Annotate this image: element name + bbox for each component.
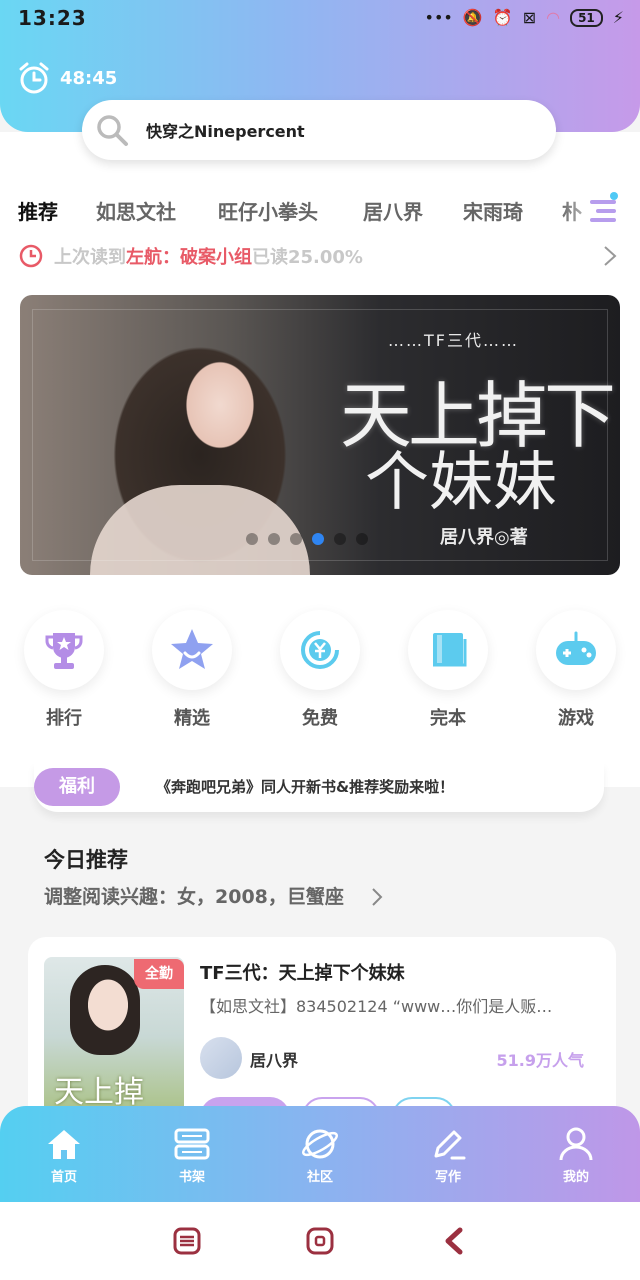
history-clock-icon [19,244,43,268]
full-attendance-badge: 全勤 [134,959,184,989]
banner-series: ……TF三代…… [388,331,519,350]
carousel-dot[interactable] [290,533,302,545]
mute-bell-icon: 🔕 [462,8,483,27]
category-label: 游戏 [558,708,594,729]
nav-community[interactable]: 社区 [280,1124,360,1185]
recent-apps-icon[interactable] [172,1226,202,1256]
nav-home[interactable]: 首页 [24,1124,104,1185]
system-navigation-bar [0,1202,640,1280]
search-bar[interactable]: 快穿之Ninepercent [82,100,556,160]
nav-label: 首页 [50,1170,77,1185]
timer-value: 48:45 [60,67,118,89]
category-completed[interactable]: 完本 [403,610,493,730]
book-title: TF三代：天上掉下个妹妹 [200,963,405,984]
home-button-icon[interactable] [305,1226,335,1256]
book-description: 【如思文社】834502124 “www…你们是人贩… [200,997,553,1016]
search-icon [97,115,128,146]
book-icon [433,633,467,667]
alarm-icon: ⏰ [492,8,513,27]
pen-icon [434,1130,466,1160]
cover-portrait [70,965,140,1055]
nav-profile[interactable]: 我的 [536,1124,616,1185]
trophy-icon [45,633,83,669]
sim-off-icon: ⊠ [522,8,537,27]
author-name[interactable]: 居八界 [250,1047,298,1071]
bottom-navigation: 首页 书架 社区 写作 我的 [0,1106,640,1202]
last-read-book: 左航：破案小组 [126,247,252,268]
category-label: 精选 [174,708,210,729]
reading-preference-link[interactable]: 调整阅读兴趣：女，2008，巨蟹座 [44,882,344,909]
user-icon [559,1127,593,1161]
nav-label: 我的 [562,1170,589,1185]
category-tabs: 推荐 如思文社 旺仔小拳头 居八界 宋雨琦 朴 [0,188,640,232]
today-section: 今日推荐 调整阅读兴趣：女，2008，巨蟹座 [44,844,383,908]
nav-write[interactable]: 写作 [408,1124,488,1185]
nav-label: 书架 [178,1170,205,1185]
more-dots-icon: ••• [424,8,453,27]
battery-icon: 51 [570,8,603,27]
nav-label: 社区 [306,1170,333,1185]
back-icon[interactable] [440,1226,470,1256]
carousel-dot[interactable] [246,533,258,545]
carousel-dot-active[interactable] [312,533,324,545]
search-query: 快穿之Ninepercent [146,122,305,141]
category-free[interactable]: 免费 [275,610,365,730]
category-label: 完本 [430,708,466,729]
announcement-bar[interactable]: 福利 《奔跑吧兄弟》同人开新书&推荐奖励来啦！ [34,762,604,812]
gamepad-icon [556,631,596,665]
popularity-count: 51.9万人气 [496,1051,584,1070]
yuan-refresh-icon [301,631,339,669]
tab-recommend[interactable]: 推荐 [18,196,58,225]
announcement-text: 《奔跑吧兄弟》同人开新书&推荐奖励来啦！ [156,778,455,796]
quick-categories: 排行 精选 免费 完本 游戏 [0,610,640,730]
nav-label: 写作 [434,1170,461,1185]
carousel-indicator [246,533,368,545]
carousel-dot[interactable] [334,533,346,545]
planet-icon [302,1129,338,1159]
nav-bookshelf[interactable]: 书架 [152,1124,232,1185]
section-title: 今日推荐 [44,848,128,872]
tab-wangzai[interactable]: 旺仔小拳头 [218,196,318,225]
bookshelf-icon [174,1128,210,1160]
tab-jubajie[interactable]: 居八界 [363,196,423,225]
cover-title-art: 天上掉 [54,1075,144,1110]
status-icons: ••• 🔕 ⏰ ⊠ ◠ 51 ⚡ [425,8,624,27]
status-bar: 13:23 ••• 🔕 ⏰ ⊠ ◠ 51 ⚡ [0,0,640,40]
menu-icon[interactable] [586,196,620,226]
carousel-dot[interactable] [356,533,368,545]
last-read-bar[interactable]: 上次读到左航：破案小组已读25.00% [18,238,628,274]
category-label: 排行 [46,708,82,729]
banner-author: 居八界◎著 [440,527,528,548]
last-read-progress: 已读25.00% [252,247,363,268]
carousel-dot[interactable] [268,533,280,545]
promo-banner[interactable]: ……TF三代…… 天上掉下 个妹妹 居八界◎著 [20,295,620,575]
chevron-right-icon [372,888,383,906]
star-icon [171,629,213,669]
reading-timer[interactable]: 48:45 [16,60,117,96]
wifi-icon: ◠ [546,8,561,27]
welfare-tag: 福利 [34,768,120,806]
tab-rusi-wenshe[interactable]: 如思文社 [96,196,176,225]
category-featured[interactable]: 精选 [147,610,237,730]
category-ranking[interactable]: 排行 [19,610,109,730]
alarm-clock-icon [19,62,49,94]
home-icon [48,1130,80,1159]
charging-icon: ⚡ [612,8,624,27]
tab-songyuqi[interactable]: 宋雨琦 [463,196,523,225]
category-label: 免费 [302,708,338,729]
menu-notification-dot [610,192,618,200]
status-time: 13:23 [18,6,87,30]
chevron-right-icon [604,246,617,266]
author-avatar[interactable] [200,1037,242,1079]
last-read-prefix: 上次读到 [54,247,126,268]
banner-title-line2: 个妹妹 [365,446,557,520]
category-games[interactable]: 游戏 [531,610,621,730]
